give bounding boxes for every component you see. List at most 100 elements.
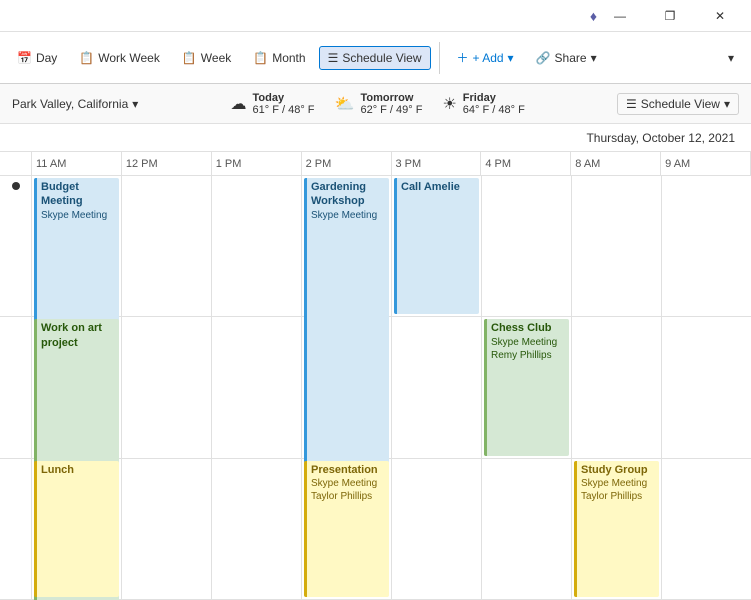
col-2pm-row3[interactable]: Presentation Skype Meeting Taylor Philli… — [302, 459, 391, 600]
schedule-view-button[interactable]: ☰ Schedule View — [319, 46, 431, 70]
gardening-workshop-title: Gardening Workshop — [311, 180, 385, 209]
col-9am-row1[interactable] — [662, 176, 751, 317]
study-group-event[interactable]: Study Group Skype Meeting Taylor Phillip… — [574, 461, 659, 597]
partly-cloudy-icon: ⛅ — [335, 94, 355, 114]
chess-club-event[interactable]: Chess Club Skype Meeting Remy Phillips — [484, 319, 569, 455]
calendar-grid: Budget Meeting Skype Meeting Work on art… — [0, 176, 751, 600]
gardening-workshop-sub: Skype Meeting — [311, 209, 385, 222]
day-icon: 📅 — [17, 51, 32, 65]
minimize-button[interactable]: — — [597, 0, 643, 32]
time-slot-4pm: 4 PM — [481, 152, 571, 175]
col-1pm-row1[interactable] — [212, 176, 301, 317]
today-temp: 61° F / 48° F — [253, 104, 315, 116]
add-chevron-icon: ▾ — [508, 51, 514, 65]
col-8am-row3[interactable]: Study Group Skype Meeting Taylor Phillip… — [572, 459, 661, 600]
gardening-workshop-event[interactable]: Gardening Workshop Skype Meeting — [304, 178, 389, 463]
add-button[interactable]: ＋ + Add ▾ — [448, 44, 523, 71]
weather-location[interactable]: Park Valley, California ▾ — [12, 97, 138, 111]
call-amelie-title: Call Amelie — [401, 180, 475, 194]
col-1pm-row3[interactable] — [212, 459, 301, 600]
col-11am: Budget Meeting Skype Meeting Work on art… — [32, 176, 122, 600]
col-2pm-row1[interactable]: Gardening Workshop Skype Meeting — [302, 176, 391, 317]
col-11am-row3[interactable]: Lunch — [32, 459, 121, 600]
weather-schedule-view-button[interactable]: ☰ Schedule View ▾ — [617, 93, 739, 115]
row-label-1 — [0, 176, 31, 317]
presentation-sub1: Skype Meeting — [311, 477, 385, 490]
month-button[interactable]: 📋 Month — [244, 46, 314, 70]
friday-temp: 64° F / 48° F — [463, 104, 525, 116]
cloud-icon: ☁ — [231, 94, 247, 114]
col-1pm — [212, 176, 302, 600]
month-icon: 📋 — [253, 51, 268, 65]
col-4pm-row3[interactable] — [482, 459, 571, 600]
day-button[interactable]: 📅 Day — [8, 46, 66, 70]
share-label: Share — [555, 51, 587, 65]
col-11am-row2[interactable]: Work on art project — [32, 317, 121, 458]
weather-bar: Park Valley, California ▾ ☁ Today 61° F … — [0, 84, 751, 124]
today-label: Today — [253, 92, 315, 104]
col-9am — [662, 176, 751, 600]
restore-button[interactable]: ❐ — [647, 0, 693, 32]
time-label-cell — [0, 152, 32, 175]
share-icon: 🔗 — [536, 51, 551, 65]
call-amelie-event[interactable]: Call Amelie — [394, 178, 479, 314]
col-9am-row2[interactable] — [662, 317, 751, 458]
schedule-icon: ☰ — [626, 97, 637, 111]
tomorrow-temp: 62° F / 49° F — [360, 104, 422, 116]
col-12pm — [122, 176, 212, 600]
col-3pm-row2[interactable] — [392, 317, 481, 458]
time-slot-2pm: 2 PM — [302, 152, 392, 175]
row-label-3 — [0, 459, 31, 600]
schedule-view-weather-label: Schedule View — [641, 97, 720, 111]
time-slot-3pm: 3 PM — [392, 152, 482, 175]
budget-meeting-sub: Skype Meeting — [41, 209, 115, 222]
month-label: Month — [272, 51, 305, 65]
presentation-event[interactable]: Presentation Skype Meeting Taylor Philli… — [304, 461, 389, 597]
time-slot-1pm: 1 PM — [212, 152, 302, 175]
ribbon-expand-button[interactable]: ▾ — [719, 46, 743, 70]
calendar-container: 11 AM 12 PM 1 PM 2 PM 3 PM 4 PM 8 AM 9 A… — [0, 152, 751, 600]
budget-meeting-title: Budget Meeting — [41, 180, 115, 209]
title-bar: ♦ — ❐ ✕ — [0, 0, 751, 32]
work-on-art-title: Work on art project — [41, 321, 115, 350]
chess-club-title: Chess Club — [491, 321, 565, 335]
lunch-event[interactable]: Lunch — [34, 461, 119, 597]
time-grid: Budget Meeting Skype Meeting Work on art… — [32, 176, 751, 600]
chess-club-sub2: Remy Phillips — [491, 349, 565, 362]
current-time-dot — [12, 182, 20, 190]
location-text: Park Valley, California — [12, 97, 128, 111]
workweek-icon: 📋 — [79, 51, 94, 65]
date-header-text: Thursday, October 12, 2021 — [586, 131, 735, 145]
col-8am: Study Group Skype Meeting Taylor Phillip… — [572, 176, 662, 600]
col-4pm-row1[interactable] — [482, 176, 571, 317]
col-3pm-row3[interactable] — [392, 459, 481, 600]
share-chevron-icon: ▾ — [591, 51, 597, 65]
col-4pm-row2[interactable]: Chess Club Skype Meeting Remy Phillips — [482, 317, 571, 458]
friday-label: Friday — [463, 92, 525, 104]
col-11am-row1[interactable]: Budget Meeting Skype Meeting — [32, 176, 121, 317]
week-label: Week — [201, 51, 231, 65]
col-12pm-row3[interactable] — [122, 459, 211, 600]
add-label: + Add — [473, 51, 504, 65]
study-group-sub2: Taylor Phillips — [581, 490, 655, 503]
col-1pm-row2[interactable] — [212, 317, 301, 458]
week-button[interactable]: 📋 Week — [173, 46, 240, 70]
col-12pm-row1[interactable] — [122, 176, 211, 317]
ribbon-separator-1 — [439, 42, 440, 74]
today-weather: ☁ Today 61° F / 48° F — [231, 92, 315, 116]
ribbon: 📅 Day 📋 Work Week 📋 Week 📋 Month ☰ Sched… — [0, 32, 751, 84]
workweek-button[interactable]: 📋 Work Week — [70, 46, 169, 70]
col-8am-row2[interactable] — [572, 317, 661, 458]
share-button[interactable]: 🔗 Share ▾ — [527, 46, 606, 70]
col-8am-row1[interactable] — [572, 176, 661, 317]
col-2pm: Gardening Workshop Skype Meeting Present… — [302, 176, 392, 600]
location-chevron-icon: ▾ — [132, 97, 138, 111]
schedule-view-label: Schedule View — [342, 51, 421, 65]
close-button[interactable]: ✕ — [697, 0, 743, 32]
col-12pm-row2[interactable] — [122, 317, 211, 458]
day-label: Day — [36, 51, 57, 65]
col-9am-row3[interactable] — [662, 459, 751, 600]
title-bar-controls: — ❐ ✕ — [597, 0, 743, 32]
col-3pm-row1[interactable]: Call Amelie — [392, 176, 481, 317]
time-slot-12pm: 12 PM — [122, 152, 212, 175]
